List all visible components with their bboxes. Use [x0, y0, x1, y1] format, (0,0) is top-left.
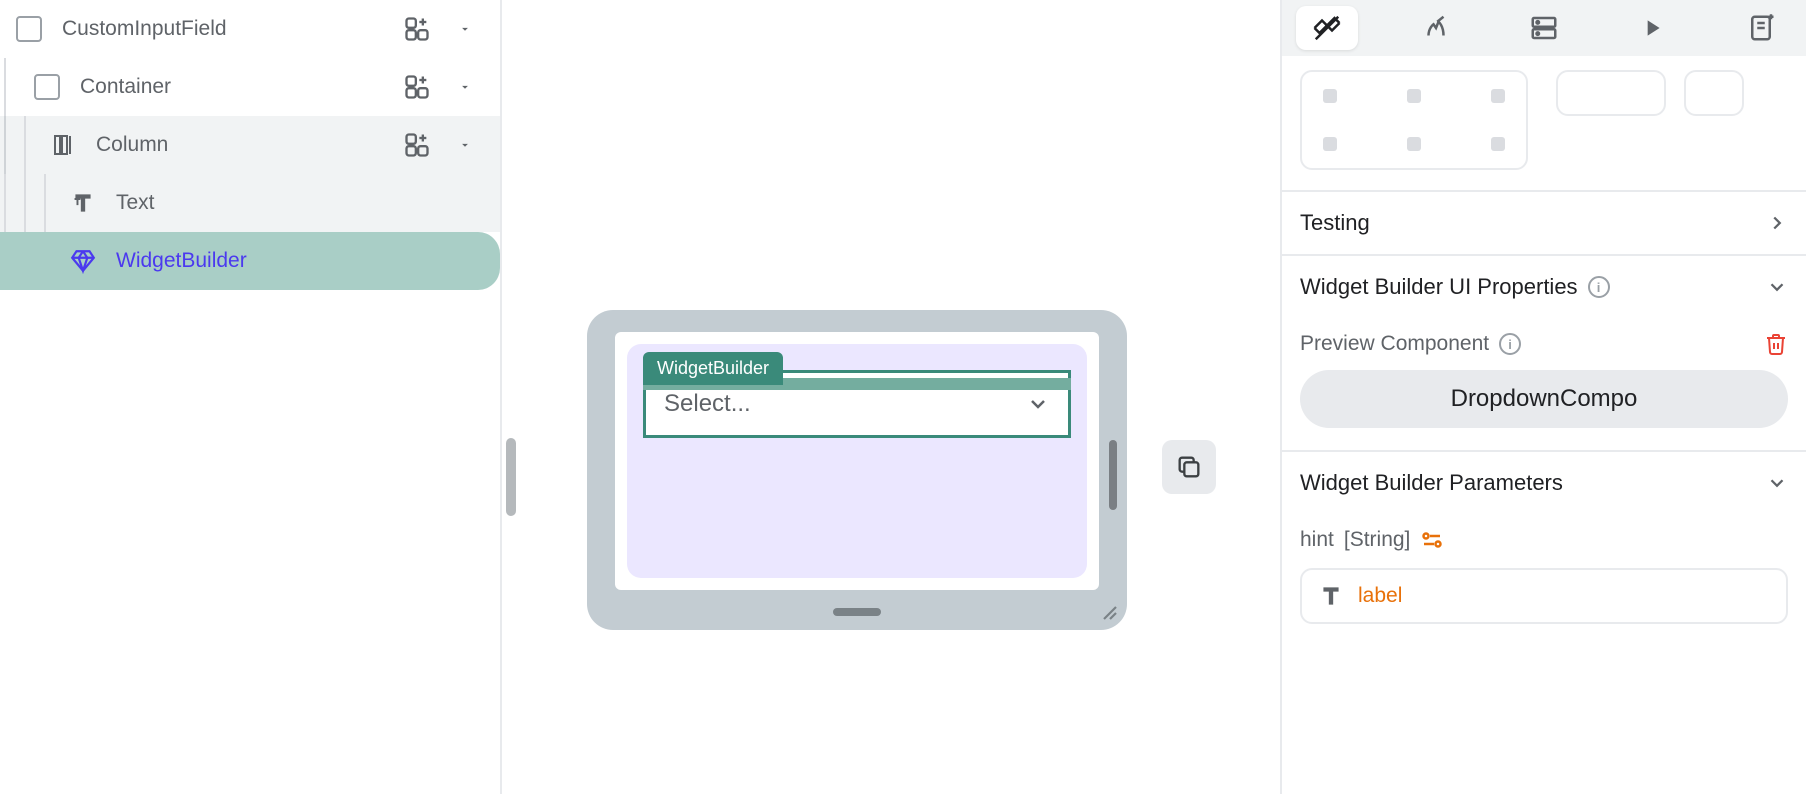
alignment-aux-box[interactable]	[1556, 70, 1666, 116]
dropdown-caret-icon[interactable]	[448, 12, 482, 46]
tree-label: Text	[116, 191, 492, 215]
preview-component-name: DropdownCompo	[1451, 385, 1638, 413]
scrollbar-thumb[interactable]	[506, 438, 516, 516]
tree-row-widgetbuilder[interactable]: WidgetBuilder	[0, 232, 500, 290]
tree-row-text[interactable]: Text	[0, 174, 500, 232]
properties-panel: Testing Widget Builder UI Properties i P…	[1280, 0, 1806, 794]
tree-label: Column	[96, 133, 400, 157]
widget-tree-panel: CustomInputField Container	[0, 0, 500, 794]
tab-run[interactable]	[1621, 6, 1683, 50]
dropdown-caret-icon[interactable]	[448, 128, 482, 162]
section-parameters[interactable]: Widget Builder Parameters	[1282, 452, 1806, 514]
dropdown-placeholder: Select...	[664, 390, 751, 418]
parameter-name: hint	[1300, 528, 1334, 552]
parameter-value-input[interactable]: label	[1300, 568, 1788, 624]
alignment-aux-box-small[interactable]	[1684, 70, 1744, 116]
column-icon	[48, 130, 78, 160]
info-icon[interactable]: i	[1588, 276, 1610, 298]
device-side-button	[1109, 440, 1117, 510]
parameter-row: hint [String]	[1282, 514, 1806, 560]
dropdown-caret-icon[interactable]	[448, 70, 482, 104]
tab-backend[interactable]	[1513, 6, 1575, 50]
chevron-down-icon	[1766, 276, 1788, 298]
tree-row-container[interactable]: Container	[0, 58, 500, 116]
selection-tag[interactable]: WidgetBuilder	[643, 352, 783, 385]
tree-label: WidgetBuilder	[116, 249, 492, 273]
tree-row-custominputfield[interactable]: CustomInputField	[0, 0, 500, 58]
tree-label: CustomInputField	[62, 17, 400, 41]
text-icon	[68, 188, 98, 218]
section-label: Widget Builder UI Properties	[1300, 274, 1578, 300]
trash-icon[interactable]	[1764, 332, 1788, 356]
copy-button[interactable]	[1162, 440, 1216, 494]
tab-design[interactable]	[1296, 6, 1358, 50]
tab-actions[interactable]	[1404, 6, 1466, 50]
chevron-right-icon	[1766, 212, 1788, 234]
preview-label: Preview Component	[1300, 332, 1489, 356]
container-outline-icon	[14, 14, 44, 44]
parameter-type: [String]	[1344, 528, 1411, 552]
device-home-bar	[833, 608, 881, 616]
tab-docs[interactable]	[1730, 6, 1792, 50]
diamond-icon	[68, 246, 98, 276]
properties-tab-bar	[1282, 0, 1806, 56]
info-icon[interactable]: i	[1499, 333, 1521, 355]
device-frame: WidgetBuilder Select...	[587, 310, 1127, 630]
chevron-down-icon	[1766, 472, 1788, 494]
variable-icon[interactable]	[1420, 528, 1444, 552]
section-label: Testing	[1300, 210, 1370, 236]
section-testing[interactable]: Testing	[1282, 192, 1806, 256]
section-ui-properties[interactable]: Widget Builder UI Properties i	[1282, 256, 1806, 318]
add-child-button[interactable]	[400, 128, 434, 162]
parameter-value: label	[1358, 584, 1402, 608]
preview-component-pill[interactable]: DropdownCompo	[1300, 370, 1788, 428]
resize-handle-icon[interactable]	[1101, 604, 1119, 622]
canvas: WidgetBuilder Select...	[500, 0, 1280, 794]
device-screen: WidgetBuilder Select...	[615, 332, 1099, 590]
chevron-down-icon	[1026, 392, 1050, 416]
alignment-grid[interactable]	[1300, 70, 1528, 170]
alignment-section	[1282, 56, 1806, 192]
container-outline-icon	[32, 72, 62, 102]
add-child-button[interactable]	[400, 12, 434, 46]
preview-container: WidgetBuilder Select...	[627, 344, 1087, 578]
add-child-button[interactable]	[400, 70, 434, 104]
tree-label: Container	[80, 75, 400, 99]
section-label: Widget Builder Parameters	[1300, 470, 1563, 496]
text-icon	[1318, 583, 1344, 609]
tree-row-column[interactable]: Column	[0, 116, 500, 174]
